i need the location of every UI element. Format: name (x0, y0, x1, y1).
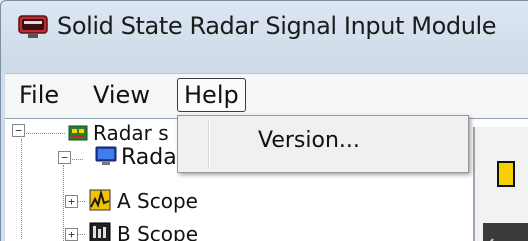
scope-graphic (490, 238, 494, 241)
menu-bar: File View Help (5, 73, 528, 118)
window-title: Solid State Radar Signal Input Module (57, 12, 497, 40)
menu-help[interactable]: Help (177, 78, 246, 112)
help-dropdown-menu: Version... (177, 115, 469, 173)
b-scope-icon (89, 222, 111, 241)
menu-file[interactable]: File (13, 78, 65, 112)
menu-item-version[interactable]: Version... (258, 128, 360, 153)
tree-connector-line (21, 133, 65, 134)
menu-gutter (208, 120, 210, 168)
tree-collapse-toggle[interactable]: − (58, 151, 71, 164)
pane-heading-marker (497, 161, 515, 187)
app-monitor-icon (18, 15, 48, 38)
tree-item-a-scope-label[interactable]: A Scope (117, 189, 198, 213)
tree-expand-toggle[interactable]: + (65, 195, 78, 208)
tree-expand-toggle[interactable]: + (65, 228, 78, 241)
tree-collapse-toggle[interactable]: − (12, 124, 25, 137)
tree-item-radar-label[interactable]: Radar s (93, 121, 169, 145)
tree-connector-line (63, 165, 64, 241)
menu-view[interactable]: View (87, 78, 156, 112)
title-bar[interactable]: Solid State Radar Signal Input Module (1, 1, 528, 40)
tree-connector-line (21, 139, 22, 239)
tree-item-b-scope-label[interactable]: B Scope (117, 222, 198, 241)
a-scope-icon (89, 189, 111, 211)
monitor-icon (95, 146, 117, 165)
scope-display (483, 223, 528, 241)
app-window: Solid State Radar Signal Input Module Fi… (0, 0, 528, 241)
detail-pane (473, 127, 528, 241)
radar-chip-icon (68, 125, 88, 141)
